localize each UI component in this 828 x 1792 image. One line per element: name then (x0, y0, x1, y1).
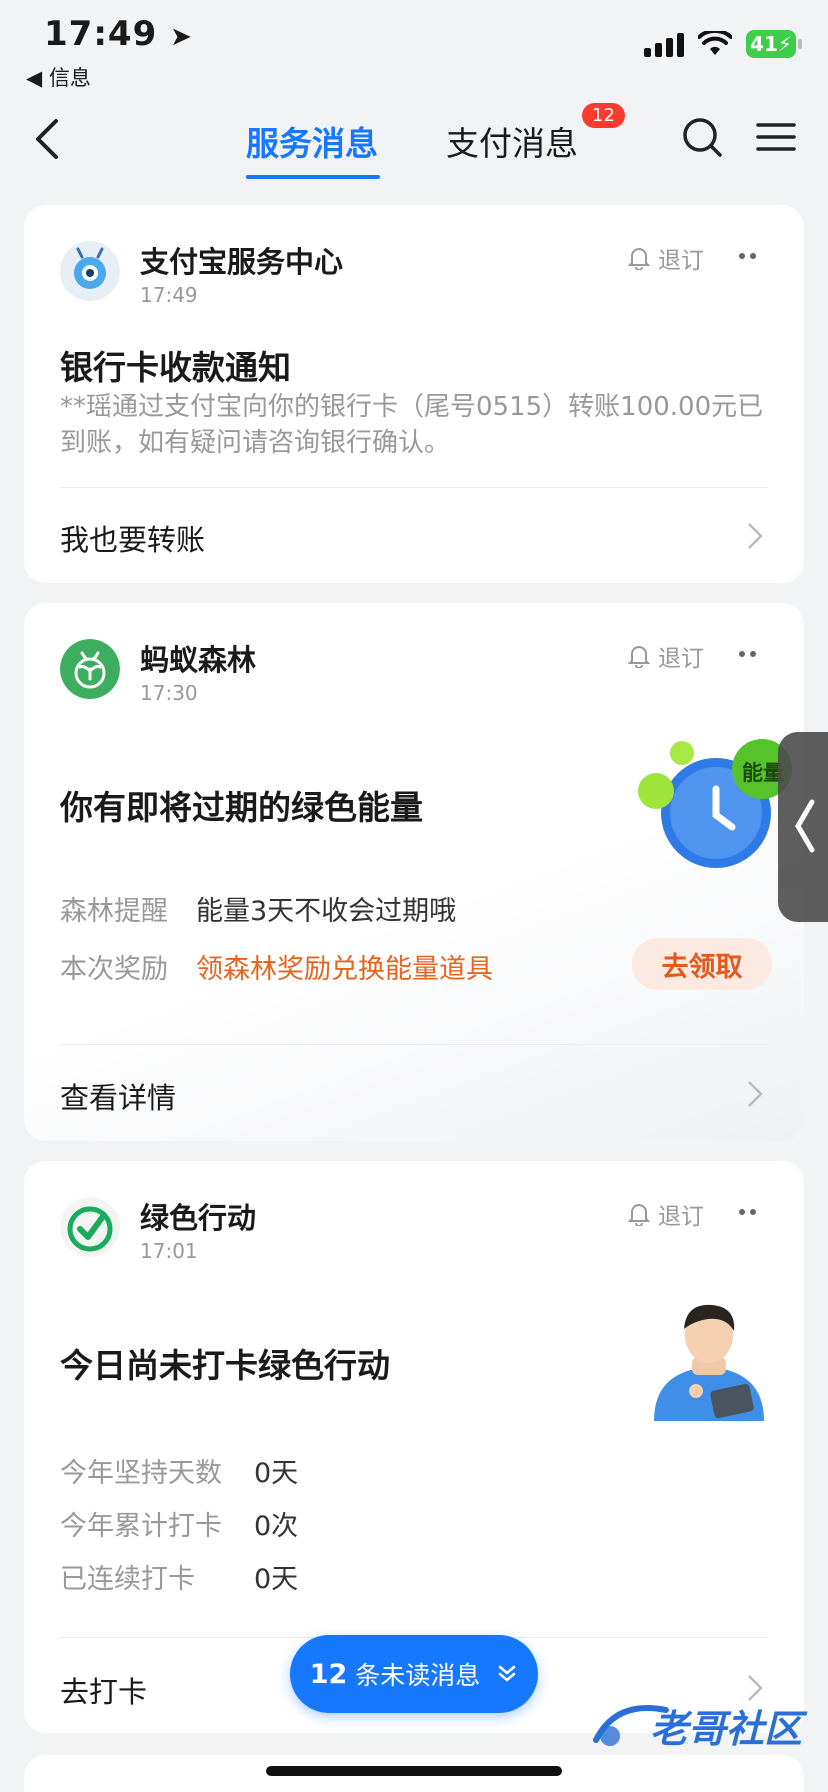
green-action-avatar (60, 1197, 120, 1257)
bell-icon (628, 248, 650, 270)
unread-messages-button[interactable]: 12 条未读消息 (290, 1635, 538, 1713)
total-checkins-value: 0次 (254, 1511, 299, 1542)
menu-icon[interactable] (756, 115, 796, 159)
card-divider (60, 1044, 768, 1045)
wifi-icon (698, 31, 732, 55)
source-name: 支付宝服务中心 (140, 245, 344, 279)
unsubscribe-label: 退订 (658, 646, 704, 672)
days-persisted-label: 今年坚持天数 (60, 1458, 222, 1489)
message-body: **瑶通过支付宝向你的银行卡（尾号0515）转账100.00元已到账，如有疑问请… (60, 392, 764, 458)
streak-value: 0天 (254, 1564, 299, 1595)
unsubscribe-label: 退订 (658, 248, 704, 274)
chevron-right-icon (748, 523, 763, 549)
message-card-ant-forest[interactable]: 蚂蚁森林 17:30 退订 你有即将过期的绿色能量 能量 森林提醒 能量3天不收… (24, 603, 804, 1141)
ant-forest-avatar (60, 639, 120, 699)
cellular-signal-icon (644, 31, 684, 57)
message-title: 今日尚未打卡绿色行动 (60, 1346, 390, 1385)
reward-value: 领森林奖励兑换能量道具 (196, 954, 493, 985)
status-indicators: 41 ⚡ (644, 30, 802, 58)
back-app-label: 信息 (48, 66, 91, 90)
unsubscribe-label: 退订 (658, 1204, 704, 1230)
unread-label: 条未读消息 (355, 1661, 481, 1690)
message-card-alipay-service[interactable]: 支付宝服务中心 17:49 退订 银行卡收款通知 **瑶通过支付宝向你的银行卡（… (24, 205, 804, 583)
message-time: 17:01 (140, 1239, 198, 1263)
alipay-service-avatar (60, 241, 120, 301)
tab-payment-messages[interactable]: 支付消息 (446, 117, 578, 165)
back-arrow-icon[interactable] (28, 115, 68, 163)
more-options-icon[interactable] (739, 253, 756, 259)
status-bar: 17:49 ➤ ◀ 信息 41 ⚡ (0, 0, 828, 95)
view-details-link[interactable]: 查看详情 (60, 1075, 176, 1117)
tab-service-messages[interactable]: 服务消息 (246, 117, 378, 165)
days-persisted-value: 0天 (254, 1458, 299, 1489)
nav-header: 服务消息 支付消息 12 (0, 95, 828, 185)
card-divider (60, 487, 768, 488)
message-title: 银行卡收款通知 (60, 348, 291, 387)
chevron-right-icon (748, 1081, 763, 1107)
status-time: 17:49 ➤ (44, 14, 193, 54)
more-options-icon[interactable] (739, 1209, 756, 1215)
double-chevron-down-icon (499, 1665, 516, 1682)
bell-icon (628, 1204, 650, 1226)
search-icon[interactable] (680, 115, 724, 159)
battery-icon: 41 ⚡ (746, 30, 802, 58)
total-checkins-label: 今年累计打卡 (60, 1511, 222, 1542)
source-name: 蚂蚁森林 (140, 643, 257, 677)
forest-reminder-value: 能量3天不收会过期哦 (196, 896, 457, 927)
claim-reward-button[interactable]: 去领取 (632, 938, 772, 990)
reward-label: 本次奖励 (60, 954, 168, 985)
message-title: 你有即将过期的绿色能量 (60, 788, 423, 827)
more-options-icon[interactable] (739, 651, 756, 657)
home-indicator (266, 1766, 562, 1776)
unsubscribe-button[interactable]: 退订 (628, 241, 704, 275)
side-drawer-handle[interactable] (778, 732, 828, 922)
watermark-text: 老哥社区 (650, 1707, 803, 1751)
back-to-app-link[interactable]: ◀ 信息 (26, 62, 91, 92)
chevron-left-icon (795, 799, 815, 853)
unsubscribe-button[interactable]: 退订 (628, 1197, 704, 1231)
bell-icon (628, 646, 650, 668)
payment-unread-badge: 12 (582, 103, 625, 128)
unread-count: 12 (309, 1658, 348, 1690)
message-time: 17:30 (140, 681, 198, 705)
location-arrow-icon: ➤ (170, 22, 193, 52)
energy-clock-illustration: 能量 (634, 733, 794, 873)
source-name: 绿色行动 (140, 1201, 257, 1235)
check-in-link[interactable]: 去打卡 (60, 1669, 147, 1711)
watermark-logo: 老哥社区 (586, 1690, 816, 1770)
forest-reminder-label: 森林提醒 (60, 896, 168, 927)
character-illustration (654, 1304, 764, 1421)
active-tab-indicator (246, 175, 380, 179)
battery-level: 41 (750, 32, 778, 56)
message-time: 17:49 (140, 283, 198, 307)
transfer-link[interactable]: 我也要转账 (60, 517, 205, 559)
streak-label: 已连续打卡 (60, 1564, 195, 1595)
unsubscribe-button[interactable]: 退订 (628, 639, 704, 673)
